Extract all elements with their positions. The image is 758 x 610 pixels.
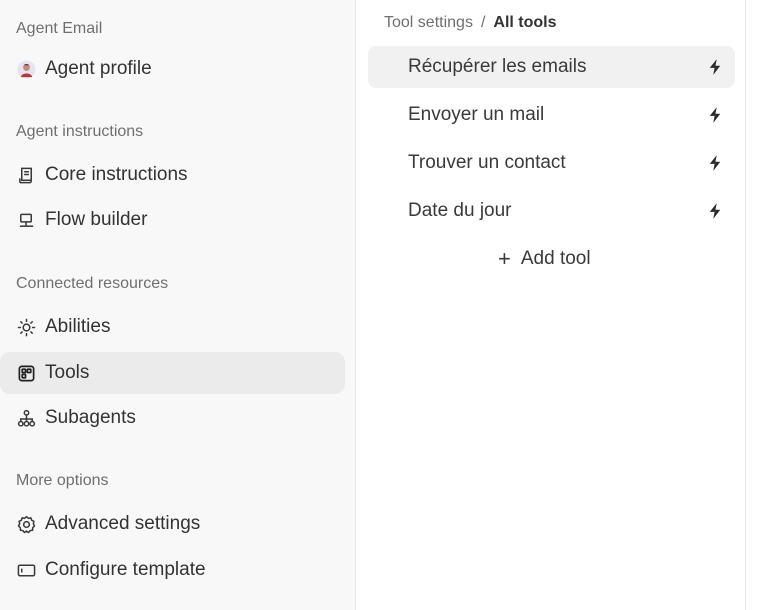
hierarchy-icon: [16, 408, 37, 429]
gear-icon: [16, 514, 37, 535]
sidebar-item-label: Agent profile: [45, 58, 152, 79]
bolt-icon: [707, 58, 723, 76]
tool-item[interactable]: Récupérer les emails: [368, 46, 735, 88]
sidebar-item-label: Advanced settings: [45, 513, 201, 534]
breadcrumb-current: All tools: [493, 14, 557, 31]
flow-icon: [16, 210, 37, 231]
tool-item[interactable]: Trouver un contact: [368, 142, 735, 184]
sidebar: Agent Email Agent profile Agent instruct…: [0, 0, 356, 610]
tool-settings-panel: Tool settings / All tools Récupérer les …: [357, 0, 746, 610]
tool-item-label: Envoyer un mail: [408, 104, 545, 125]
sidebar-item-configure-template[interactable]: Configure template: [0, 549, 345, 591]
bolt-icon: [707, 106, 723, 124]
tool-item[interactable]: Date du jour: [368, 190, 735, 232]
tool-item[interactable]: Envoyer un mail: [368, 94, 735, 136]
bolt-icon: [707, 154, 723, 172]
section-title-connected-resources: Connected resources: [16, 275, 169, 292]
section-title-agent-instructions: Agent instructions: [16, 123, 144, 140]
bolt-icon: [707, 202, 723, 220]
add-tool-button[interactable]: + Add tool: [498, 244, 591, 274]
tools-icon: [16, 363, 37, 384]
document-icon: [16, 165, 37, 186]
sidebar-item-flow-builder[interactable]: Flow builder: [0, 199, 345, 241]
sidebar-item-core-instructions[interactable]: Core instructions: [0, 154, 345, 196]
sidebar-item-abilities[interactable]: Abilities: [0, 306, 345, 348]
sidebar-item-agent-profile[interactable]: Agent profile: [0, 48, 345, 90]
sidebar-item-subagents[interactable]: Subagents: [0, 397, 345, 439]
sidebar-item-label: Abilities: [45, 316, 111, 337]
sidebar-item-advanced-settings[interactable]: Advanced settings: [0, 503, 345, 545]
template-icon: [16, 560, 37, 581]
avatar: [16, 59, 37, 80]
breadcrumb: Tool settings / All tools: [384, 14, 557, 32]
section-title-more-options: More options: [16, 472, 109, 489]
sidebar-item-label: Core instructions: [45, 164, 188, 185]
sidebar-item-label: Flow builder: [45, 209, 148, 230]
sidebar-item-label: Tools: [45, 362, 90, 383]
breadcrumb-separator: /: [480, 14, 486, 31]
sun-icon: [16, 317, 37, 338]
section-title-agent-email: Agent Email: [16, 20, 103, 37]
add-tool-label: Add tool: [520, 248, 591, 269]
plus-icon: +: [498, 246, 511, 271]
sidebar-item-tools[interactable]: Tools: [0, 352, 345, 394]
sidebar-item-label: Subagents: [45, 407, 136, 428]
breadcrumb-parent[interactable]: Tool settings: [384, 14, 473, 32]
tool-item-label: Récupérer les emails: [408, 56, 587, 77]
sidebar-item-label: Configure template: [45, 559, 206, 580]
tool-item-label: Date du jour: [408, 200, 512, 221]
tool-item-label: Trouver un contact: [408, 152, 566, 173]
